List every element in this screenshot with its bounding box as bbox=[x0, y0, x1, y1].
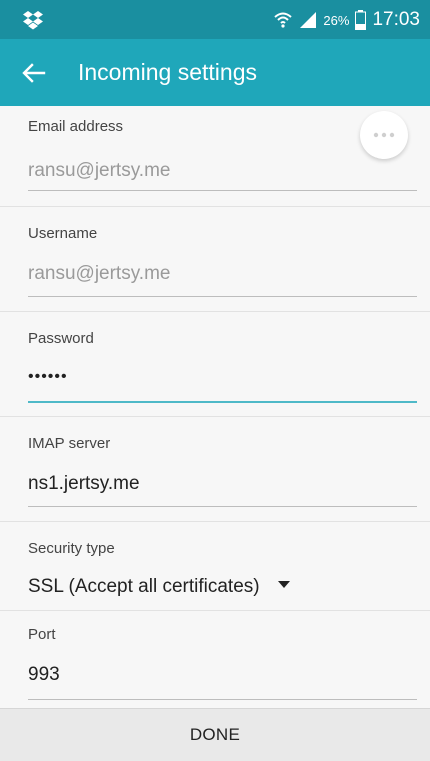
status-time: 17:03 bbox=[372, 9, 420, 30]
email-field[interactable]: ransu@jertsy.me bbox=[28, 160, 170, 182]
port-field-group: Port 993 bbox=[0, 611, 430, 708]
port-underline bbox=[28, 699, 417, 700]
port-label: Port bbox=[28, 626, 56, 643]
page-title: Incoming settings bbox=[78, 59, 257, 85]
imap-server-underline bbox=[28, 506, 417, 507]
email-underline bbox=[28, 190, 417, 191]
username-field[interactable]: ransu@jertsy.me bbox=[28, 263, 170, 285]
password-label: Password bbox=[28, 330, 94, 347]
security-type-field-group: Security type SSL (Accept all certificat… bbox=[0, 522, 430, 611]
app-bar: Incoming settings bbox=[0, 39, 430, 106]
battery-percent: 26% bbox=[323, 12, 350, 28]
username-underline bbox=[28, 296, 417, 297]
imap-server-field[interactable]: ns1.jertsy.me bbox=[28, 473, 140, 495]
dropbox-icon bbox=[23, 11, 43, 30]
password-field-group: Password •••••• bbox=[0, 312, 430, 417]
username-field-group: Username ransu@jertsy.me bbox=[0, 207, 430, 312]
done-button[interactable]: DONE bbox=[0, 708, 430, 761]
email-label: Email address bbox=[28, 118, 124, 135]
battery-icon bbox=[355, 10, 367, 30]
settings-form[interactable]: Email address ransu@jertsy.me Username r… bbox=[0, 106, 430, 708]
status-bar: 26% 17:03 bbox=[0, 0, 430, 39]
imap-server-field-group: IMAP server ns1.jertsy.me bbox=[0, 417, 430, 522]
signal-icon bbox=[300, 12, 317, 28]
email-field-group: Email address ransu@jertsy.me bbox=[0, 106, 430, 207]
password-underline bbox=[28, 401, 417, 403]
security-type-dropdown[interactable]: SSL (Accept all certificates) bbox=[28, 576, 290, 598]
arrow-back-icon[interactable] bbox=[20, 59, 48, 87]
more-options-button[interactable] bbox=[360, 111, 408, 159]
port-field[interactable]: 993 bbox=[28, 664, 60, 686]
more-dots-icon bbox=[373, 132, 395, 138]
wifi-icon bbox=[274, 12, 293, 28]
imap-server-label: IMAP server bbox=[28, 435, 111, 452]
dropdown-arrow-icon bbox=[277, 581, 290, 589]
username-label: Username bbox=[28, 225, 98, 242]
security-type-label: Security type bbox=[28, 540, 115, 557]
security-type-value: SSL (Accept all certificates) bbox=[28, 576, 260, 597]
password-field[interactable]: •••••• bbox=[28, 368, 68, 386]
